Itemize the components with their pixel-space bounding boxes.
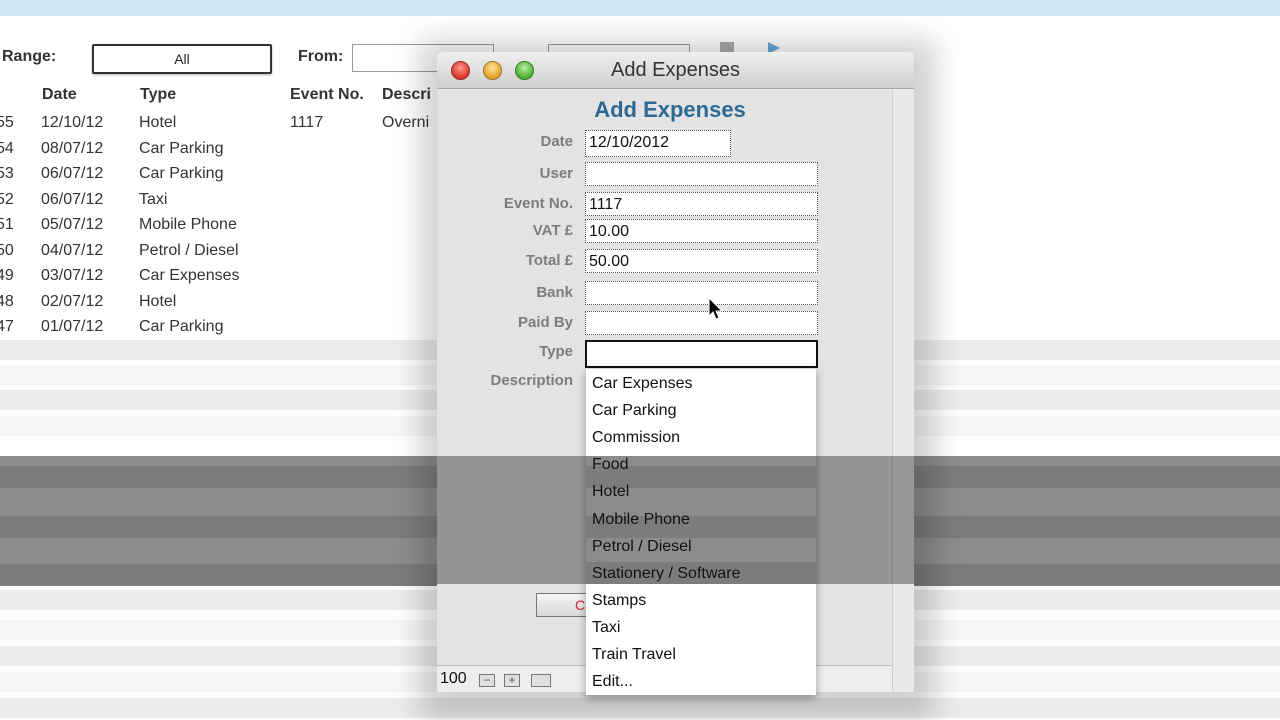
zoom-out-icon[interactable]: − xyxy=(479,674,495,687)
total-label: Total £ xyxy=(525,252,573,269)
dropdown-option[interactable]: Stamps xyxy=(592,592,646,610)
zoom-level[interactable]: 100 xyxy=(440,670,467,688)
window-title: Add Expenses xyxy=(611,59,740,81)
row-type: Car Parking xyxy=(139,165,224,182)
zoom-in-icon[interactable]: + xyxy=(504,674,520,687)
row-date: 01/07/12 xyxy=(41,318,104,335)
type-dropdown-menu[interactable]: Car Expenses Car Parking Commission Food Hot… xyxy=(586,369,816,695)
row-date: 12/10/12 xyxy=(41,114,104,131)
dropdown-option[interactable]: Car Parking xyxy=(592,402,676,420)
row-date: 04/07/12 xyxy=(41,242,104,259)
dropdown-option[interactable]: Mobile Phone xyxy=(592,511,690,529)
row-type: Car Expenses xyxy=(139,267,240,284)
type-label: Type xyxy=(539,343,573,360)
dropdown-option[interactable]: Petrol / Diesel xyxy=(592,538,692,556)
row-type: Taxi xyxy=(139,191,168,208)
row-type: Car Parking xyxy=(139,140,224,157)
dropdown-option[interactable]: Train Travel xyxy=(592,646,676,664)
date-label: Date xyxy=(540,133,573,150)
dropdown-option[interactable]: Hotel xyxy=(592,483,629,501)
row-id: 52 xyxy=(0,191,14,208)
column-header-date[interactable]: Date xyxy=(42,86,77,104)
row-id: 55 xyxy=(0,114,14,131)
vat-field[interactable]: 10.00 xyxy=(585,219,818,243)
row-date: 03/07/12 xyxy=(41,267,104,284)
bank-label: Bank xyxy=(536,284,573,301)
row-type: Mobile Phone xyxy=(139,216,237,233)
row-type: Hotel xyxy=(139,293,177,310)
row-date: 05/07/12 xyxy=(41,216,104,233)
column-header-type[interactable]: Type xyxy=(140,86,176,104)
paid-by-field[interactable] xyxy=(585,311,818,335)
row-id: 49 xyxy=(0,267,14,284)
row-type: Petrol / Diesel xyxy=(139,242,239,259)
row-date: 02/07/12 xyxy=(41,293,104,310)
event-no-label: Event No. xyxy=(503,195,573,212)
dropdown-option[interactable]: Car Expenses xyxy=(592,375,693,393)
bank-field[interactable] xyxy=(585,281,818,305)
user-label: User xyxy=(539,165,573,182)
date-field[interactable]: 12/10/2012 xyxy=(585,130,731,157)
top-strip xyxy=(0,0,1280,16)
form-heading: Add Expenses xyxy=(594,97,746,122)
row-id: 51 xyxy=(0,216,14,233)
vat-label: VAT £ xyxy=(532,222,573,239)
from-label: From: xyxy=(298,48,344,65)
row-date: 06/07/12 xyxy=(41,191,104,208)
dropdown-option[interactable]: Commission xyxy=(592,429,680,447)
row-id: 50 xyxy=(0,242,14,259)
button-label: C xyxy=(575,597,586,613)
user-field[interactable] xyxy=(585,162,818,186)
dropdown-option[interactable]: Edit... xyxy=(592,673,633,691)
total-field[interactable]: 50.00 xyxy=(585,249,818,273)
dropdown-option[interactable]: Taxi xyxy=(592,619,620,637)
scrollbar[interactable] xyxy=(892,89,914,692)
range-button[interactable]: All xyxy=(92,44,272,74)
event-no-field[interactable]: 1117 xyxy=(585,192,818,216)
row-id: 54 xyxy=(0,140,14,157)
row-event-no: 1117 xyxy=(290,114,324,131)
row-type: Car Parking xyxy=(139,318,224,335)
type-field[interactable] xyxy=(585,340,818,368)
title-bar[interactable]: Add Expenses xyxy=(437,52,914,89)
row-id: 47 xyxy=(0,318,14,335)
mouse-cursor-icon xyxy=(708,297,724,320)
paid-by-label: Paid By xyxy=(517,314,573,331)
range-label: Range: xyxy=(2,48,57,65)
layout-icon[interactable] xyxy=(531,674,551,687)
row-id: 48 xyxy=(0,293,14,310)
row-date: 08/07/12 xyxy=(41,140,104,157)
column-header-event-no[interactable]: Event No. xyxy=(290,86,364,104)
row-date: 06/07/12 xyxy=(41,165,104,182)
dropdown-option[interactable]: Food xyxy=(592,456,628,474)
row-type: Hotel xyxy=(139,114,177,131)
description-label: Description xyxy=(490,372,573,389)
dropdown-option[interactable]: Stationery / Software xyxy=(592,565,741,583)
row-id: 53 xyxy=(0,165,14,182)
